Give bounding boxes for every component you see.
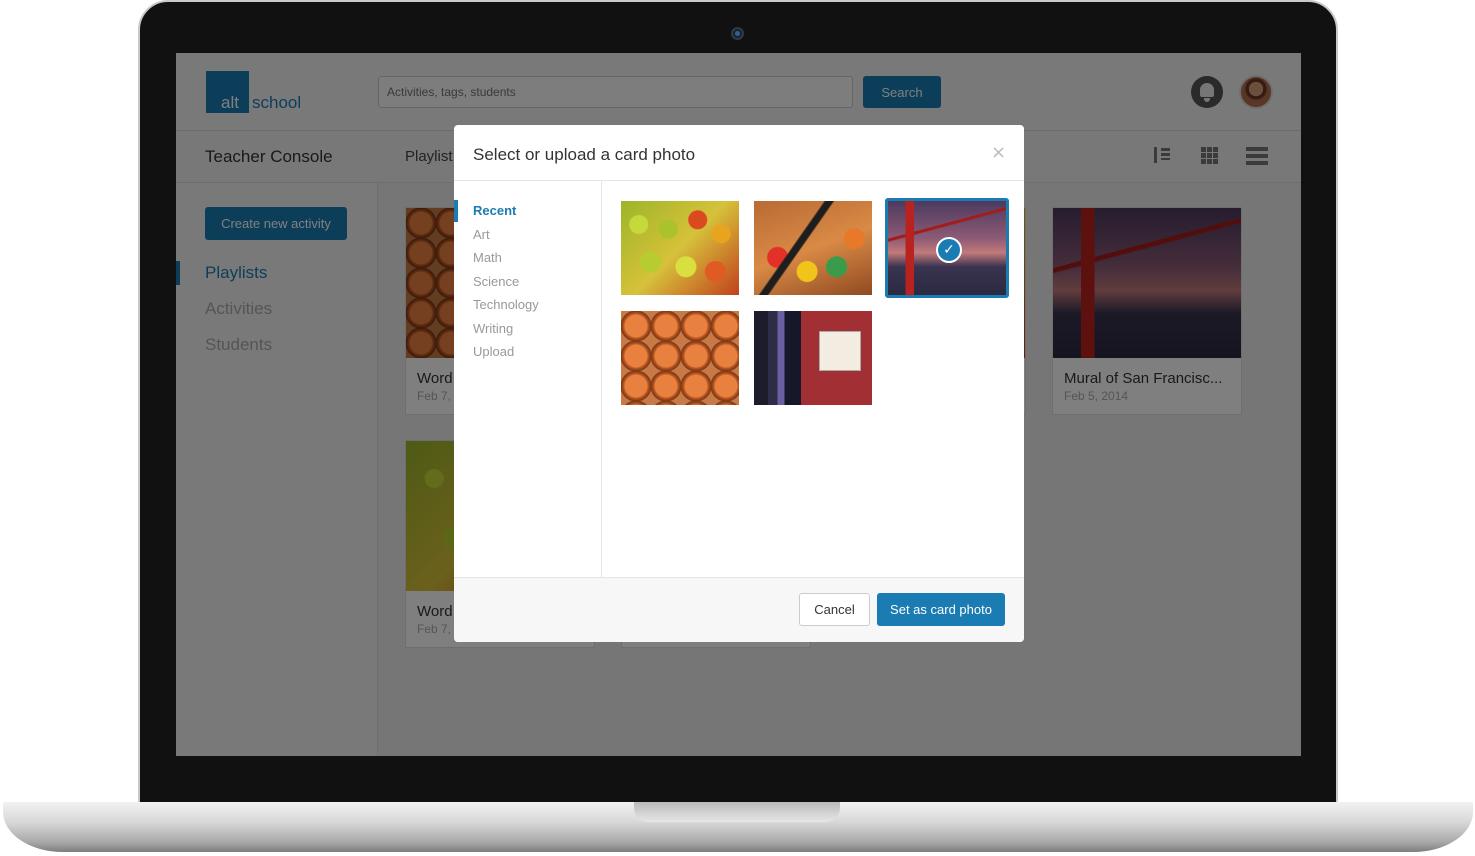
photo-thumbnail-bridge[interactable]: ✓ <box>885 198 1009 298</box>
screen: alt school Search Teacher Console Playli… <box>176 53 1301 756</box>
category-art[interactable]: Art <box>473 227 490 242</box>
card-photo-dialog: Select or upload a card photo × Recent A… <box>454 125 1024 642</box>
set-card-photo-button[interactable]: Set as card photo <box>877 593 1005 626</box>
category-active-marker <box>454 200 458 222</box>
category-writing[interactable]: Writing <box>473 321 513 336</box>
photo-thumbnail-notebook[interactable] <box>754 311 872 405</box>
category-recent[interactable]: Recent <box>473 203 516 218</box>
photo-thumbnail-fruit[interactable] <box>621 201 739 295</box>
dialog-footer: Cancel Set as card photo <box>454 577 1024 642</box>
photo-thumbnail-paint[interactable] <box>754 201 872 295</box>
checkmark-icon: ✓ <box>936 237 962 263</box>
photo-thumbnail-eggs[interactable] <box>621 311 739 405</box>
laptop-notch <box>634 802 840 822</box>
category-upload[interactable]: Upload <box>473 344 514 359</box>
dialog-header: Select or upload a card photo × <box>454 125 1024 181</box>
photo-category-nav: Recent Art Math Science Technology Writi… <box>454 181 602 577</box>
camera-icon <box>731 27 744 40</box>
category-technology[interactable]: Technology <box>473 297 539 312</box>
category-math[interactable]: Math <box>473 250 502 265</box>
notebook-label <box>819 331 861 371</box>
cancel-button[interactable]: Cancel <box>799 593 870 626</box>
close-icon[interactable]: × <box>991 142 1006 163</box>
category-science[interactable]: Science <box>473 274 519 289</box>
dialog-title: Select or upload a card photo <box>473 145 696 164</box>
